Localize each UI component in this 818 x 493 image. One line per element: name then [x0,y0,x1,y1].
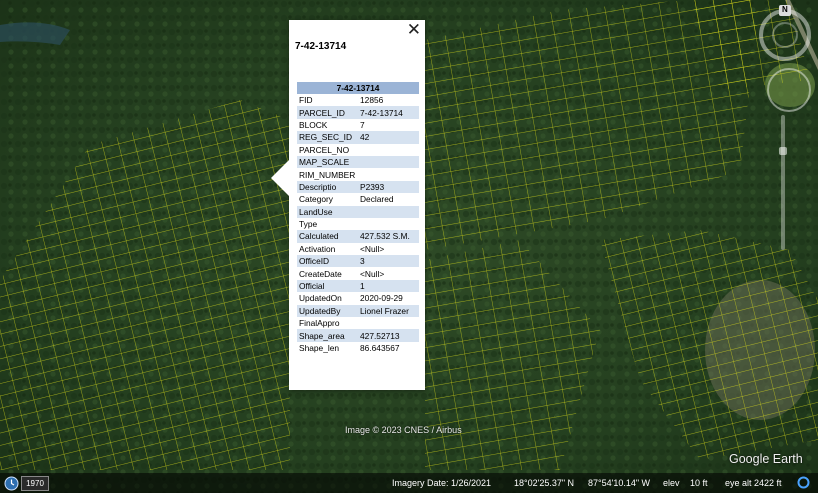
attribute-key: FID [299,95,313,106]
attribute-key: Shape_area [297,329,358,342]
attribute-key: REG_SEC_ID [297,131,358,144]
attribute-value: 3 [358,255,419,268]
attribute-key: BLOCK [299,119,328,130]
attribute-key: Activation [299,243,336,254]
attribute-row: MAP_SCALE [297,155,419,169]
feature-info-popup: ✕ 7-42-13714 7-42-13714 FID 12856 PARCEL_I… [271,20,425,390]
attribute-row: Type [297,218,419,230]
attribute-value: <Null> [360,243,385,254]
status-bar: Imagery Date: 1/26/2021 18°02'25.37" N 8… [0,473,818,493]
attribute-row: REG_SEC_ID 42 [297,131,419,144]
attribute-row: RIM_NUMBER [297,168,419,180]
longitude-readout: 87°54'10.14" W [588,478,651,488]
latitude-readout: 18°02'25.37" N [514,478,575,488]
attribute-key: Type [299,219,318,230]
attribute-key: PARCEL_NO [299,144,350,155]
attribute-key: OfficeID [297,255,358,268]
attribute-key: Category [299,194,333,205]
attribute-row: Calculated 427.532 S.M. [297,230,419,243]
attribute-row: UpdatedBy Lionel Frazer [297,304,419,318]
attribute-key: UpdatedBy [297,304,358,318]
attribute-row: BLOCK 7 [297,119,419,131]
elevation-label: elev [663,478,680,488]
attribute-value: 7-42-13714 [358,106,419,119]
streaming-icon [797,476,810,489]
attribute-row: Activation <Null> [297,243,419,255]
zoom-handle [779,147,787,155]
attribute-table: 7-42-13714 FID 12856 PARCEL_ID 7-42-13714 BL… [297,82,419,354]
attribute-key: PARCEL_ID [297,106,358,119]
attribute-value: 2020-09-29 [360,293,403,304]
imagery-copyright: Image © 2023 CNES / Airbus [345,425,462,435]
attribute-key: MAP_SCALE [297,155,358,169]
attribute-value [358,168,419,180]
attribute-value [358,155,419,169]
attribute-value: P2393 [358,180,419,194]
attribute-value: 12856 [360,95,384,106]
attribute-value: 427.52713 [358,329,419,342]
google-earth-logo: Google Earth [729,452,803,466]
attribute-value: 427.532 S.M. [358,230,419,243]
attribute-row: Category Declared [297,193,419,205]
attribute-key: Descriptio [297,180,358,194]
attribute-value: <Null> [360,268,385,279]
attribute-key: Official [297,279,358,293]
attribute-key: RIM_NUMBER [299,169,356,180]
attribute-row: PARCEL_ID 7-42-13714 [297,106,419,119]
attribute-key: UpdatedOn [299,293,342,304]
attribute-row: CreateDate <Null> [297,267,419,279]
attribute-row: Shape_area 427.52713 [297,329,419,342]
popup-pointer [271,160,289,196]
attribute-value: Declared [360,194,394,205]
close-icon[interactable]: ✕ [407,22,421,39]
attribute-value: 42 [358,131,419,144]
attribute-value [358,218,419,230]
imagery-date: Imagery Date: 1/26/2021 [392,478,492,488]
table-header: 7-42-13714 [297,82,419,94]
year-indicator[interactable]: 1970 [21,476,49,491]
historical-imagery-icon[interactable] [4,476,19,491]
elevation-value: 10 ft [690,478,708,488]
look-joystick[interactable] [767,68,811,112]
attribute-key: FinalAppro [299,318,340,329]
attribute-row: PARCEL_NO [297,144,419,156]
attribute-key: LandUse [297,205,358,218]
attribute-row: FinalAppro [297,317,419,329]
attribute-value [358,205,419,218]
compass-north-label: N [782,5,788,14]
attribute-row: Official 1 [297,279,419,293]
compass-control[interactable]: N [757,5,813,61]
attribute-row: Shape_len 86.643567 [297,342,419,354]
attribute-value: 1 [358,279,419,293]
attribute-key: CreateDate [299,268,342,279]
attribute-value [358,144,419,156]
attribute-row: FID 12856 [297,94,419,106]
attribute-row: Descriptio P2393 [297,180,419,194]
attribute-row: UpdatedOn 2020-09-29 [297,292,419,304]
attribute-row: OfficeID 3 [297,255,419,268]
attribute-row: LandUse [297,205,419,218]
popup-title: 7-42-13714 [295,41,347,52]
attribute-value [358,317,419,329]
attribute-key: Calculated [297,230,358,243]
attribute-value: 7 [360,119,365,130]
zoom-slider[interactable] [779,115,787,250]
eye-altitude: eye alt 2422 ft [725,478,782,488]
attribute-key: Shape_len [299,343,340,353]
attribute-value: 86.643567 [360,343,400,353]
attribute-value: Lionel Frazer [358,304,419,318]
